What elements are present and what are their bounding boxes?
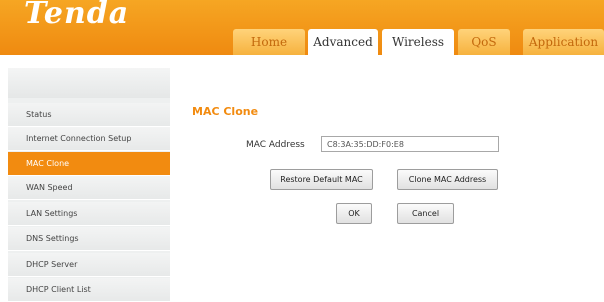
cancel-button[interactable]: Cancel [397, 203, 454, 224]
tab-advanced[interactable]: Advanced [308, 29, 378, 55]
tenda-logo: Tenda [24, 0, 130, 31]
mac-address-label: MAC Address [246, 140, 305, 150]
tab-qos[interactable]: QoS [458, 29, 510, 55]
sidebar-item-dhcp-client-list[interactable]: DHCP Client List [8, 278, 170, 302]
sidebar-header-bar [8, 68, 170, 98]
sidebar-item-lan-settings[interactable]: LAN Settings [8, 202, 170, 226]
mac-address-input[interactable] [321, 136, 499, 152]
tab-home[interactable]: Home [233, 29, 305, 55]
page-title: MAC Clone [192, 105, 259, 118]
sidebar-item-dns-settings[interactable]: DNS Settings [8, 227, 170, 251]
sidebar-item-mac-clone[interactable]: MAC Clone [8, 152, 170, 176]
sidebar-item-dhcp-server[interactable]: DHCP Server [8, 253, 170, 277]
tab-wireless[interactable]: Wireless [382, 29, 454, 55]
clone-mac-address-button[interactable]: Clone MAC Address [397, 169, 498, 190]
header-spacer [0, 55, 604, 68]
ok-button[interactable]: OK [336, 203, 372, 224]
sidebar-item-internet-connection-setup[interactable]: Internet Connection Setup [8, 127, 170, 151]
sidebar-item-wan-speed[interactable]: WAN Speed [8, 176, 170, 200]
sidebar-item-status[interactable]: Status [8, 103, 170, 127]
restore-default-mac-button[interactable]: Restore Default MAC [270, 169, 373, 190]
top-header: Tenda Home Advanced Wireless QoS Applica… [0, 0, 604, 55]
sidebar-menu: Status Internet Connection Setup MAC Clo… [8, 68, 170, 302]
tab-application[interactable]: Application [523, 29, 604, 55]
main-content: MAC Clone MAC Address Restore Default MA… [170, 68, 604, 296]
